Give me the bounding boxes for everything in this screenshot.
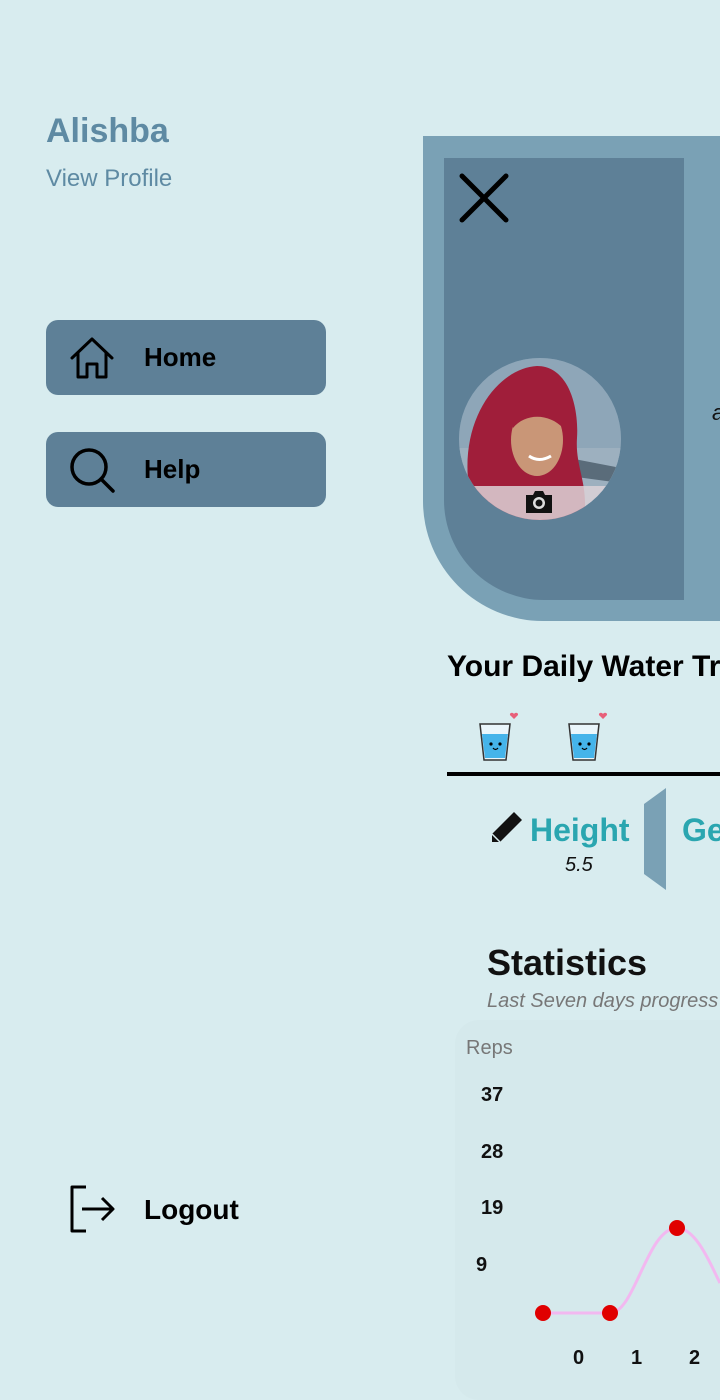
avatar[interactable] [459,358,621,520]
x-tick-label: 0 [573,1347,584,1369]
divider [447,772,720,776]
height-value: 5.5 [565,854,593,876]
y-tick-label: 37 [481,1084,503,1106]
data-point [669,1220,685,1236]
x-tick-label: 1 [631,1347,642,1369]
water-tracker-title: Your Daily Water Tr [447,650,720,683]
logout-icon [70,1185,115,1233]
logout-button[interactable]: Logout [68,1184,308,1236]
water-glass-icon[interactable] [476,710,520,764]
camera-bar[interactable] [459,486,621,520]
series-line [543,1226,720,1315]
view-profile-link[interactable]: View Profile [46,165,172,193]
chart-ylabel: Reps [466,1037,513,1059]
user-name: Alishba [46,112,169,150]
y-tick-label: 9 [476,1254,487,1276]
logout-label: Logout [144,1194,239,1225]
close-icon[interactable] [458,172,510,224]
card-separator [644,788,666,890]
nav-home-button[interactable]: Home [46,320,326,395]
gender-label: Ge [682,812,720,848]
statistics-chart: Reps 37 28 19 9 0 1 2 [466,1037,720,1369]
y-tick-label: 19 [481,1197,503,1219]
water-glass-icon[interactable] [565,710,609,764]
statistics-title: Statistics [487,942,648,983]
height-label: Height [530,812,630,848]
nav-help-label: Help [144,454,201,484]
search-icon [70,448,115,493]
drawer-user-header: Alishba View Profile [46,112,172,193]
profile-panel-strip [686,158,720,600]
profile-partial-text: a [712,400,720,426]
statistics-subtitle: Last Seven days progress [487,990,719,1012]
home-icon [70,337,114,379]
nav-home-label: Home [144,342,217,372]
nav-help-button[interactable]: Help [46,432,326,507]
data-point [602,1305,618,1321]
y-tick-label: 28 [481,1141,503,1163]
x-tick-label: 2 [689,1347,700,1369]
pencil-icon[interactable] [488,808,526,846]
data-point [535,1305,551,1321]
camera-icon [526,491,552,513]
